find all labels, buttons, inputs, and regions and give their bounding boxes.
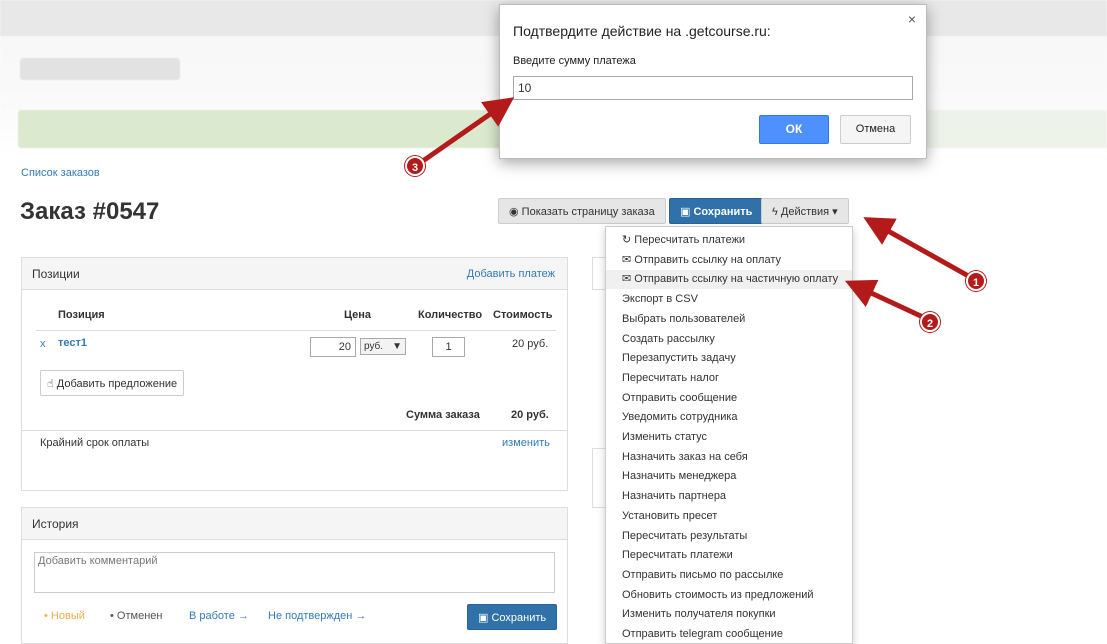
annotation-marker-3: 3 xyxy=(405,156,425,176)
arrow-2 xyxy=(844,279,927,321)
annotation-marker-2: 2 xyxy=(920,312,940,332)
annotation-arrows xyxy=(418,97,974,321)
annotation-marker-1: 1 xyxy=(966,271,986,291)
arrow-1 xyxy=(863,217,974,281)
arrow-3 xyxy=(418,97,515,166)
